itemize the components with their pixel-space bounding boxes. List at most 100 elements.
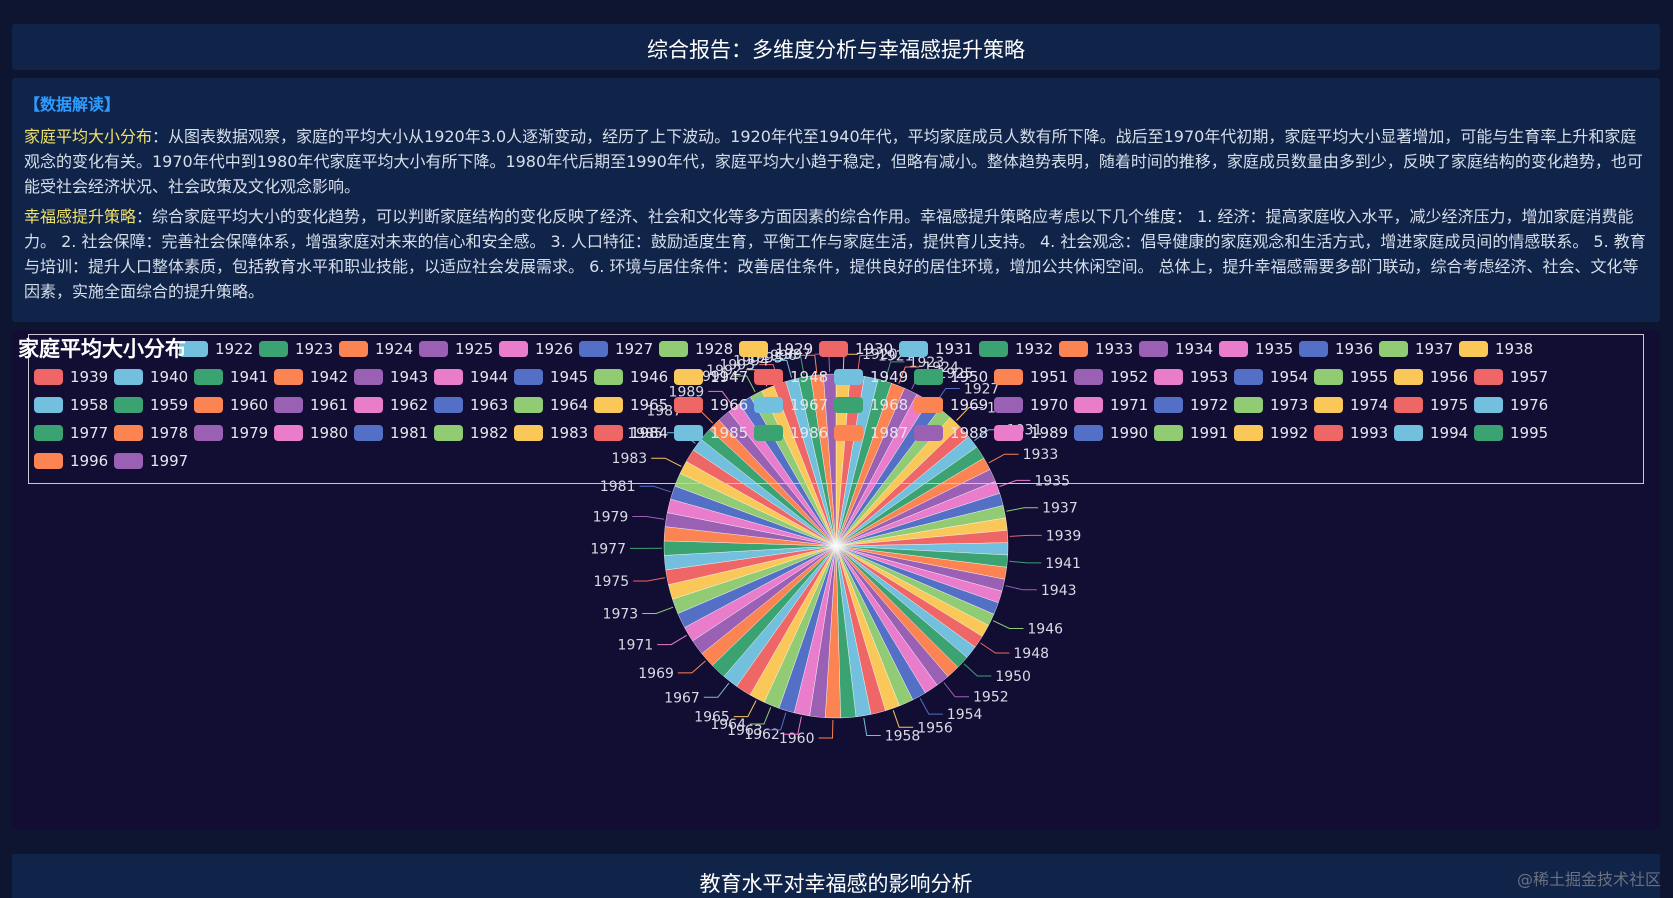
- legend-item-1949[interactable]: 1949: [834, 366, 908, 388]
- legend-item-1992[interactable]: 1992: [1234, 422, 1308, 444]
- legend-item-1946[interactable]: 1946: [594, 366, 668, 388]
- legend-swatch: [1074, 425, 1103, 441]
- legend-item-1988[interactable]: 1988: [914, 422, 988, 444]
- legend-item-1933[interactable]: 1933: [1059, 338, 1133, 360]
- legend-label: 1959: [150, 396, 189, 414]
- interpretation-panel: 【数据解读】 家庭平均大小分布：从图表数据观察，家庭的平均大小从1920年3.0…: [12, 78, 1660, 322]
- legend-item-1940[interactable]: 1940: [114, 366, 188, 388]
- legend-item-1990[interactable]: 1990: [1074, 422, 1148, 444]
- slice-label-1941: 1941: [1045, 556, 1081, 572]
- legend-item-1957[interactable]: 1957: [1474, 366, 1548, 388]
- legend-item-1986[interactable]: 1986: [754, 422, 828, 444]
- legend-item-1931[interactable]: 1931: [899, 338, 973, 360]
- legend-swatch: [1474, 397, 1503, 413]
- slice-label-line-1965: [733, 700, 757, 718]
- legend-item-1968[interactable]: 1968: [834, 394, 908, 416]
- legend-item-1951[interactable]: 1951: [994, 366, 1068, 388]
- legend-label: 1949: [870, 368, 909, 386]
- legend-item-1965[interactable]: 1965: [594, 394, 668, 416]
- legend-item-1943[interactable]: 1943: [354, 366, 428, 388]
- legend-item-1994[interactable]: 1994: [1394, 422, 1468, 444]
- legend-item-1982[interactable]: 1982: [434, 422, 508, 444]
- legend-item-1976[interactable]: 1976: [1474, 394, 1548, 416]
- legend-item-1947[interactable]: 1947: [674, 366, 748, 388]
- legend-item-1925[interactable]: 1925: [419, 338, 493, 360]
- legend-item-1932[interactable]: 1932: [979, 338, 1053, 360]
- legend-item-1952[interactable]: 1952: [1074, 366, 1148, 388]
- legend-item-1996[interactable]: 1996: [34, 450, 108, 472]
- legend-label: 1927: [615, 340, 654, 358]
- legend-item-1991[interactable]: 1991: [1154, 422, 1228, 444]
- legend-label: 1939: [70, 368, 109, 386]
- legend-label: 1994: [1430, 424, 1469, 442]
- legend-item-1964[interactable]: 1964: [514, 394, 588, 416]
- legend-item-1983[interactable]: 1983: [514, 422, 588, 444]
- legend-item-1974[interactable]: 1974: [1314, 394, 1388, 416]
- legend-item-1993[interactable]: 1993: [1314, 422, 1388, 444]
- legend-item-1985[interactable]: 1985: [674, 422, 748, 444]
- legend-swatch: [819, 341, 848, 357]
- legend-item-1975[interactable]: 1975: [1394, 394, 1468, 416]
- legend-item-1959[interactable]: 1959: [114, 394, 188, 416]
- legend-swatch: [1154, 425, 1183, 441]
- legend-item-1928[interactable]: 1928: [659, 338, 733, 360]
- legend-item-1971[interactable]: 1971: [1074, 394, 1148, 416]
- legend-item-1934[interactable]: 1934: [1139, 338, 1213, 360]
- legend-label: 1996: [70, 452, 109, 470]
- legend-swatch: [339, 341, 368, 357]
- legend-item-1960[interactable]: 1960: [194, 394, 268, 416]
- legend-item-1987[interactable]: 1987: [834, 422, 908, 444]
- legend-item-1961[interactable]: 1961: [274, 394, 348, 416]
- legend-item-1938[interactable]: 1938: [1459, 338, 1533, 360]
- legend-item-1926[interactable]: 1926: [499, 338, 573, 360]
- legend-item-1973[interactable]: 1973: [1234, 394, 1308, 416]
- legend-item-1945[interactable]: 1945: [514, 366, 588, 388]
- legend-item-1979[interactable]: 1979: [194, 422, 268, 444]
- legend-item-1981[interactable]: 1981: [354, 422, 428, 444]
- legend-item-1944[interactable]: 1944: [434, 366, 508, 388]
- legend-item-1936[interactable]: 1936: [1299, 338, 1373, 360]
- legend-item-1948[interactable]: 1948: [754, 366, 828, 388]
- report-header: 综合报告：多维度分析与幸福感提升策略: [12, 24, 1660, 70]
- legend-item-1937[interactable]: 1937: [1379, 338, 1453, 360]
- legend-item-1922[interactable]: 1922: [179, 338, 253, 360]
- legend-item-1995[interactable]: 1995: [1474, 422, 1548, 444]
- legend-item-1924[interactable]: 1924: [339, 338, 413, 360]
- legend-item-1941[interactable]: 1941: [194, 366, 268, 388]
- legend-label: 1954: [1270, 368, 1309, 386]
- legend-item-1969[interactable]: 1969: [914, 394, 988, 416]
- legend-item-1963[interactable]: 1963: [434, 394, 508, 416]
- legend-item-1970[interactable]: 1970: [994, 394, 1068, 416]
- legend-item-1978[interactable]: 1978: [114, 422, 188, 444]
- legend-swatch: [274, 369, 303, 385]
- legend-item-1930[interactable]: 1930: [819, 338, 893, 360]
- legend-item-1989[interactable]: 1989: [994, 422, 1068, 444]
- legend-swatch: [194, 369, 223, 385]
- legend-item-1954[interactable]: 1954: [1234, 366, 1308, 388]
- legend-item-1950[interactable]: 1950: [914, 366, 988, 388]
- slice-label-1950: 1950: [995, 669, 1031, 685]
- legend-label: 1969: [950, 396, 989, 414]
- legend-item-1953[interactable]: 1953: [1154, 366, 1228, 388]
- legend-item-1927[interactable]: 1927: [579, 338, 653, 360]
- legend-item-1966[interactable]: 1966: [674, 394, 748, 416]
- legend-item-1980[interactable]: 1980: [274, 422, 348, 444]
- legend-item-1929[interactable]: 1929: [739, 338, 813, 360]
- legend-item-1923[interactable]: 1923: [259, 338, 333, 360]
- legend-item-1956[interactable]: 1956: [1394, 366, 1468, 388]
- legend-item-1972[interactable]: 1972: [1154, 394, 1228, 416]
- legend-item-1939[interactable]: 1939: [34, 366, 108, 388]
- legend-item-1997[interactable]: 1997: [114, 450, 188, 472]
- legend-item-1955[interactable]: 1955: [1314, 366, 1388, 388]
- legend-label: 1977: [70, 424, 109, 442]
- legend-item-1977[interactable]: 1977: [34, 422, 108, 444]
- legend-item-1935[interactable]: 1935: [1219, 338, 1293, 360]
- legend-label: 1997: [150, 452, 189, 470]
- legend-label: 1950: [950, 368, 989, 386]
- legend-item-1958[interactable]: 1958: [34, 394, 108, 416]
- slice-label-1960: 1960: [779, 731, 815, 747]
- legend-item-1984[interactable]: 1984: [594, 422, 668, 444]
- legend-item-1942[interactable]: 1942: [274, 366, 348, 388]
- legend-item-1967[interactable]: 1967: [754, 394, 828, 416]
- legend-item-1962[interactable]: 1962: [354, 394, 428, 416]
